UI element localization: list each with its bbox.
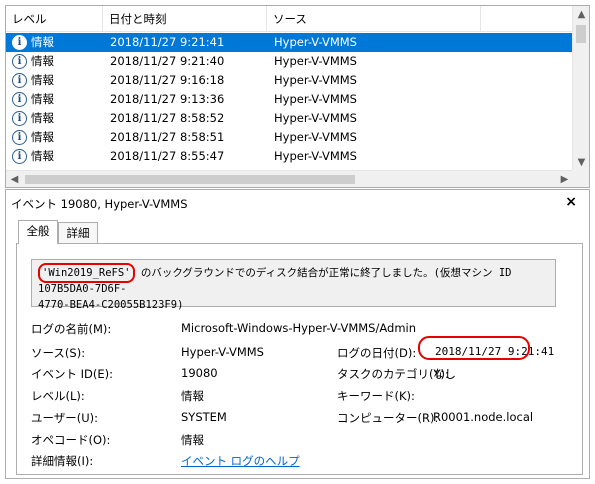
row-level: 情報 (31, 35, 54, 49)
logged-label: ログの日付(D): (337, 346, 417, 360)
info-icon: i (12, 73, 27, 88)
row-source: Hyper-V-VMMS (274, 149, 357, 163)
info-icon: i (12, 111, 27, 126)
row-source: Hyper-V-VMMS (274, 92, 357, 106)
row-source: Hyper-V-VMMS (274, 73, 357, 87)
row-level: 情報 (31, 54, 54, 68)
row-datetime: 2018/11/27 8:55:47 (110, 149, 225, 163)
source-label: ソース(S): (31, 346, 86, 360)
opcode-label: オペコード(O): (31, 433, 111, 447)
message-vm-name: Win2019_ReFS' (48, 267, 131, 279)
event-message: 'Win2019_ReFS' のバックグラウンドでのディスク結合が正常に終了しま… (31, 259, 556, 311)
list-item[interactable]: i 情報 2018/11/27 9:16:18 Hyper-V-VMMS (6, 71, 573, 90)
close-icon[interactable]: × (565, 194, 577, 210)
row-level: 情報 (31, 111, 54, 125)
list-body: i 情報 2018/11/27 9:21:41 Hyper-V-VMMS i 情… (6, 33, 573, 171)
info-icon: i (12, 54, 27, 69)
event-id-label: イベント ID(E): (31, 367, 114, 381)
list-item[interactable]: i 情報 2018/11/27 9:21:40 Hyper-V-VMMS (6, 52, 573, 71)
opcode-value: 情報 (181, 433, 204, 447)
chevron-down-icon[interactable]: ▼ (573, 154, 589, 171)
row-datetime: 2018/11/27 8:58:52 (110, 111, 225, 125)
event-log-help-link[interactable]: イベント ログのヘルプ (181, 453, 300, 469)
column-header-datetime[interactable]: 日付と時刻 (103, 6, 267, 32)
row-datetime: 2018/11/27 9:21:40 (110, 54, 225, 68)
message-line2: 4770-BEA4-C20055B123F9) (38, 299, 184, 311)
list-item[interactable]: i 情報 2018/11/27 8:58:51 Hyper-V-VMMS (6, 128, 573, 147)
list-item[interactable]: i 情報 2018/11/27 8:55:47 Hyper-V-VMMS (6, 147, 573, 166)
highlighted-vm-name: 'Win2019_ReFS' (38, 263, 135, 283)
scroll-corner (572, 170, 589, 187)
user-label: ユーザー(U): (31, 411, 99, 425)
column-header-level[interactable]: レベル (6, 6, 103, 32)
info-icon: i (12, 130, 27, 145)
task-category-value: なし (433, 367, 456, 381)
row-datetime: 2018/11/27 9:16:18 (110, 73, 225, 87)
list-header: レベル 日付と時刻 ソース (6, 6, 573, 32)
row-source: Hyper-V-VMMS (274, 35, 357, 49)
source-value: Hyper-V-VMMS (181, 345, 264, 359)
list-item[interactable]: i 情報 2018/11/27 9:13:36 Hyper-V-VMMS (6, 90, 573, 109)
list-item[interactable]: i 情報 2018/11/27 9:21:41 Hyper-V-VMMS (6, 33, 573, 52)
row-level: 情報 (31, 130, 54, 144)
vertical-scroll-thumb[interactable] (576, 25, 586, 43)
chevron-left-icon[interactable]: ◀ (6, 171, 23, 187)
column-header-source[interactable]: ソース (267, 6, 481, 32)
horizontal-scroll-thumb[interactable] (25, 175, 355, 184)
computer-value: R0001.node.local (433, 410, 534, 424)
row-source: Hyper-V-VMMS (274, 130, 357, 144)
row-level: 情報 (31, 149, 54, 163)
chevron-up-icon[interactable]: ▲ (573, 6, 589, 23)
event-list[interactable]: レベル 日付と時刻 ソース i 情報 2018/11/27 9:21:41 Hy… (5, 5, 590, 188)
logged-date-highlight (418, 336, 530, 360)
info-icon: i (12, 35, 27, 50)
row-level: 情報 (31, 92, 54, 106)
level-value: 情報 (181, 389, 204, 403)
horizontal-scrollbar[interactable]: ◀ ▶ (6, 170, 573, 187)
detail-title: イベント 19080, Hyper-V-VMMS (11, 197, 188, 211)
log-name-label: ログの名前(M): (31, 322, 112, 336)
row-datetime: 2018/11/27 8:58:51 (110, 130, 225, 144)
user-value: SYSTEM (181, 410, 227, 424)
event-id-value: 19080 (181, 366, 218, 380)
tab-details[interactable]: 詳細 (58, 222, 98, 244)
log-name-value: Microsoft-Windows-Hyper-V-VMMS/Admin (181, 321, 417, 335)
event-detail-pane: イベント 19080, Hyper-V-VMMS × 全般 詳細 'Win201… (5, 189, 590, 479)
more-info-label: 詳細情報(I): (31, 454, 94, 468)
row-datetime: 2018/11/27 9:21:41 (110, 35, 225, 49)
row-level: 情報 (31, 73, 54, 87)
info-icon: i (12, 149, 27, 164)
computer-label: コンピューター(R): (337, 411, 439, 425)
vertical-scrollbar[interactable]: ▲ ▼ (572, 6, 589, 171)
info-icon: i (12, 92, 27, 107)
row-source: Hyper-V-VMMS (274, 54, 357, 68)
level-label: レベル(L): (31, 389, 85, 403)
keywords-label: キーワード(K): (337, 389, 415, 403)
list-item[interactable]: i 情報 2018/11/27 8:58:52 Hyper-V-VMMS (6, 109, 573, 128)
row-datetime: 2018/11/27 9:13:36 (110, 92, 225, 106)
chevron-right-icon[interactable]: ▶ (556, 171, 573, 187)
tab-general[interactable]: 全般 (18, 220, 58, 244)
row-source: Hyper-V-VMMS (274, 111, 357, 125)
